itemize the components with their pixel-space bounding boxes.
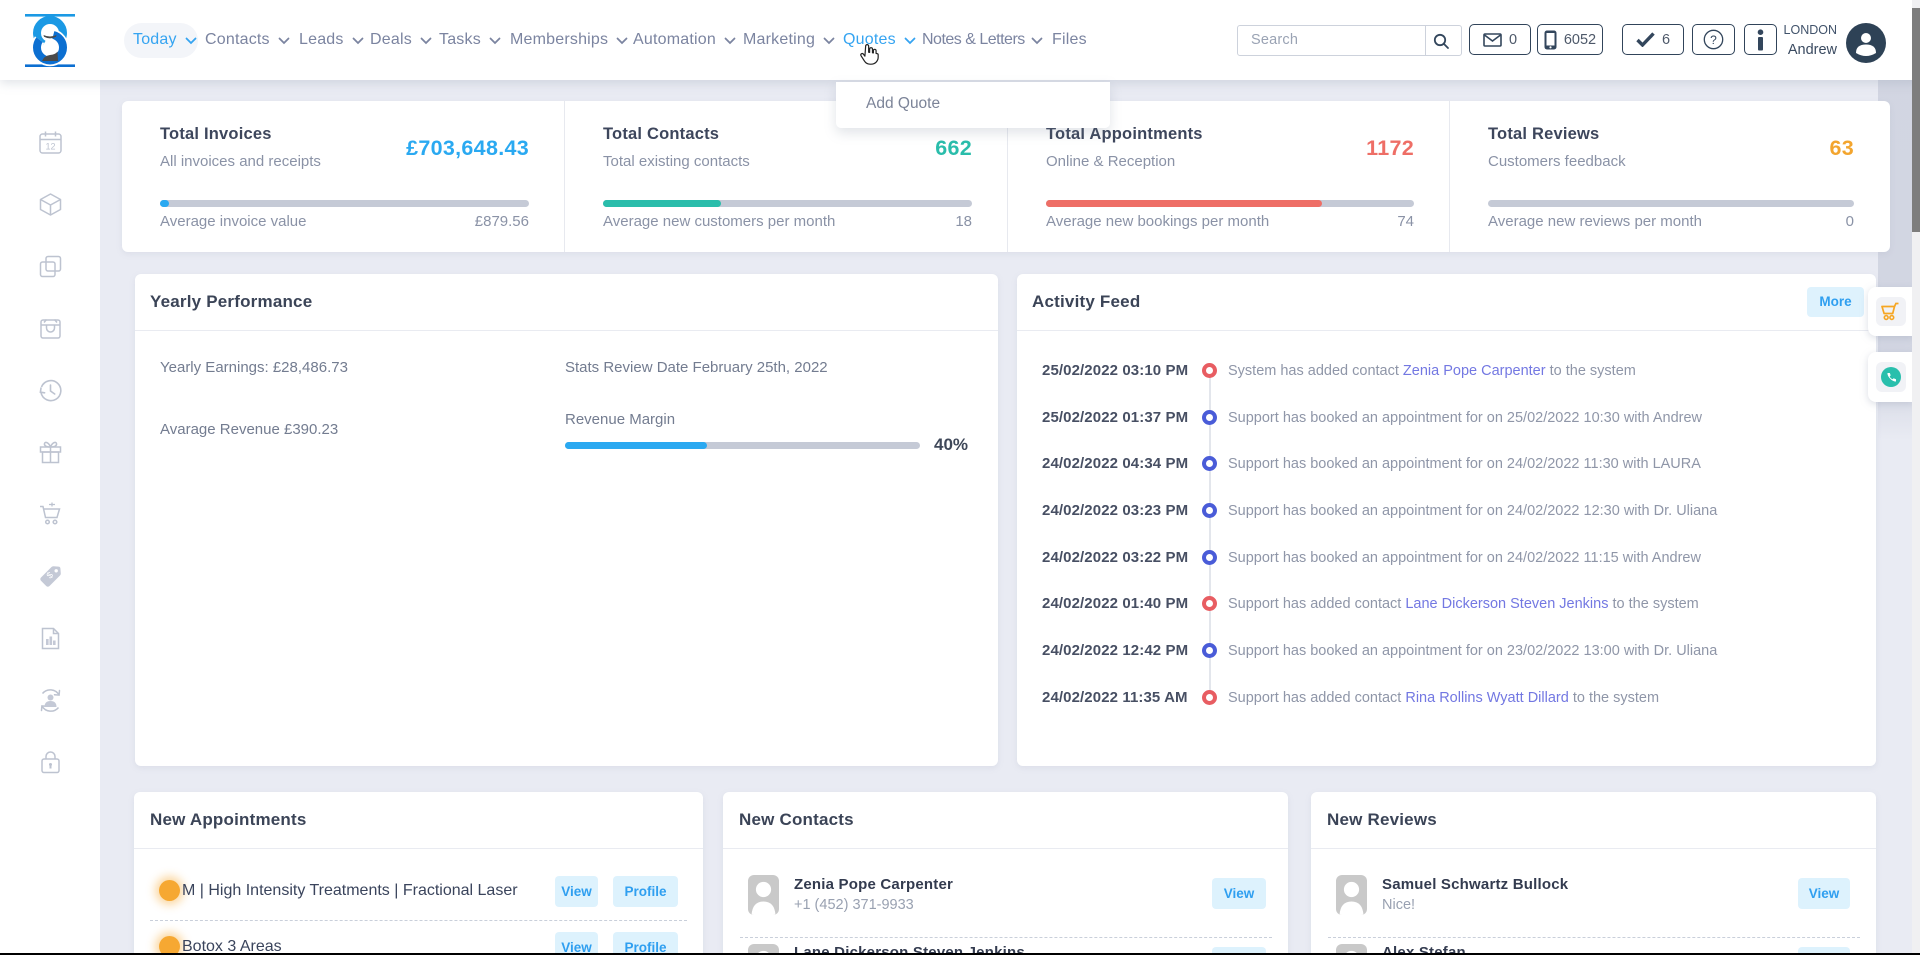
svg-text:12: 12 bbox=[45, 142, 55, 152]
svg-text:?: ? bbox=[1710, 33, 1717, 47]
